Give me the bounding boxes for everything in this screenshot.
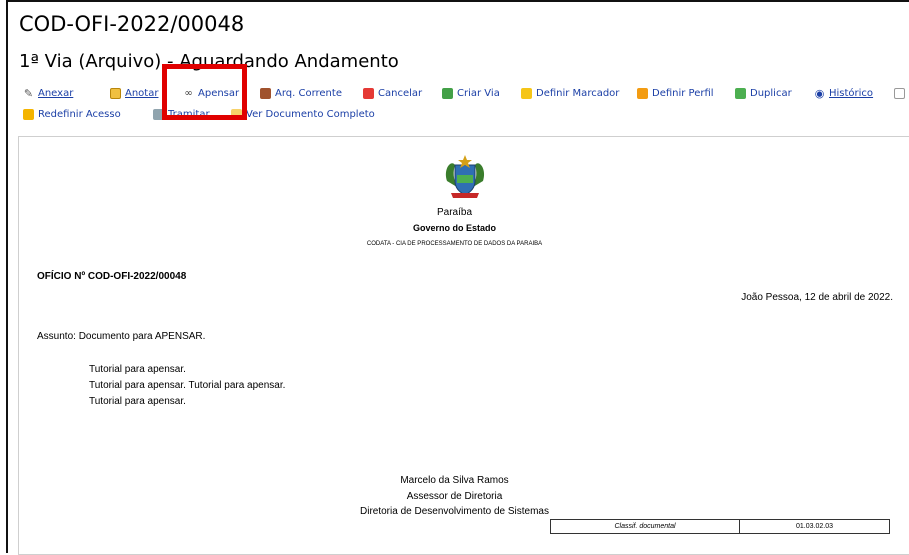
oficio-number: OFÍCIO Nº COD-OFI-2022/00048 — [37, 271, 187, 282]
agency-name: CODATA - CIA DE PROCESSAMENTO DE DADOS D… — [366, 241, 543, 247]
arq-corrente-label: Arq. Corrente — [275, 88, 342, 99]
frame-top-border — [6, 0, 909, 2]
definir-marcador-button[interactable]: Definir Marcador — [521, 88, 619, 99]
ver-documento-completo-button[interactable]: Ver Documento Completo — [231, 109, 375, 120]
redefinir-acesso-button[interactable]: Redefinir Acesso — [23, 109, 121, 120]
body-line: Tutorial para apensar. — [89, 396, 186, 407]
classification-label: Classif. documental — [551, 520, 740, 533]
body-line: Tutorial para apensar. — [89, 364, 186, 375]
note-icon — [110, 88, 121, 99]
government-name: Governo do Estado — [412, 223, 496, 233]
criar-via-label: Criar Via — [457, 88, 500, 99]
add-icon — [442, 88, 453, 99]
apensar-button[interactable]: ∞ Apensar — [183, 88, 239, 99]
frame-left-border — [6, 0, 8, 553]
historico-button[interactable]: ◉ Histórico — [814, 88, 873, 99]
state-name: Paraíba — [436, 207, 473, 218]
historico-label: Histórico — [829, 88, 874, 99]
apensar-label: Apensar — [198, 88, 240, 99]
state-coat-of-arms — [445, 155, 485, 198]
body-line: Tutorial para apensar. Tutorial para ape… — [89, 380, 286, 391]
signer-department: Diretoria de Desenvolvimento de Sistemas — [360, 506, 549, 517]
ver-documento-completo-label: Ver Documento Completo — [246, 109, 375, 120]
anexar-button[interactable]: ✎ Anexar — [23, 88, 73, 99]
folder-icon — [231, 109, 242, 120]
cancelar-button[interactable]: Cancelar — [363, 88, 422, 99]
definir-perfil-button[interactable]: Definir Perfil — [637, 88, 714, 99]
pencil-icon: ✎ — [23, 87, 34, 100]
anexar-label: Anexar — [38, 88, 74, 99]
profile-icon — [637, 88, 648, 99]
copy-button[interactable] — [894, 88, 909, 99]
duplicar-button[interactable]: Duplicar — [735, 88, 792, 99]
signer-name: Marcelo da Silva Ramos — [400, 475, 509, 486]
signer-role: Assessor de Diretoria — [406, 491, 503, 502]
tramitar-label: Tramitar — [168, 109, 210, 120]
send-icon — [153, 109, 164, 120]
anotar-label: Anotar — [125, 88, 159, 99]
definir-marcador-label: Definir Marcador — [536, 88, 620, 99]
subject-line: Assunto: Documento para APENSAR. — [37, 331, 206, 342]
anotar-button[interactable]: Anotar — [110, 88, 158, 99]
duplicar-label: Duplicar — [750, 88, 792, 99]
redefinir-acesso-label: Redefinir Acesso — [38, 109, 121, 120]
shield-icon — [23, 109, 34, 120]
archive-icon — [260, 88, 271, 99]
duplicate-icon — [735, 88, 746, 99]
document-code-title: COD-OFI-2022/00048 — [19, 12, 245, 36]
classification-table: Classif. documental 01.03.02.03 — [550, 519, 890, 534]
cancel-icon — [363, 88, 374, 99]
bookmark-icon — [521, 88, 532, 99]
copy-icon — [894, 88, 905, 99]
link-icon: ∞ — [184, 88, 193, 99]
eye-icon: ◉ — [814, 87, 825, 100]
definir-perfil-label: Definir Perfil — [652, 88, 714, 99]
tramitar-button[interactable]: Tramitar — [153, 109, 210, 120]
cancelar-label: Cancelar — [378, 88, 423, 99]
criar-via-button[interactable]: Criar Via — [442, 88, 500, 99]
arq-corrente-button[interactable]: Arq. Corrente — [260, 88, 342, 99]
document-status-title: 1ª Via (Arquivo) - Aguardando Andamento — [19, 51, 399, 72]
place-date: João Pessoa, 12 de abril de 2022. — [741, 292, 893, 303]
classification-value: 01.03.02.03 — [796, 523, 833, 530]
